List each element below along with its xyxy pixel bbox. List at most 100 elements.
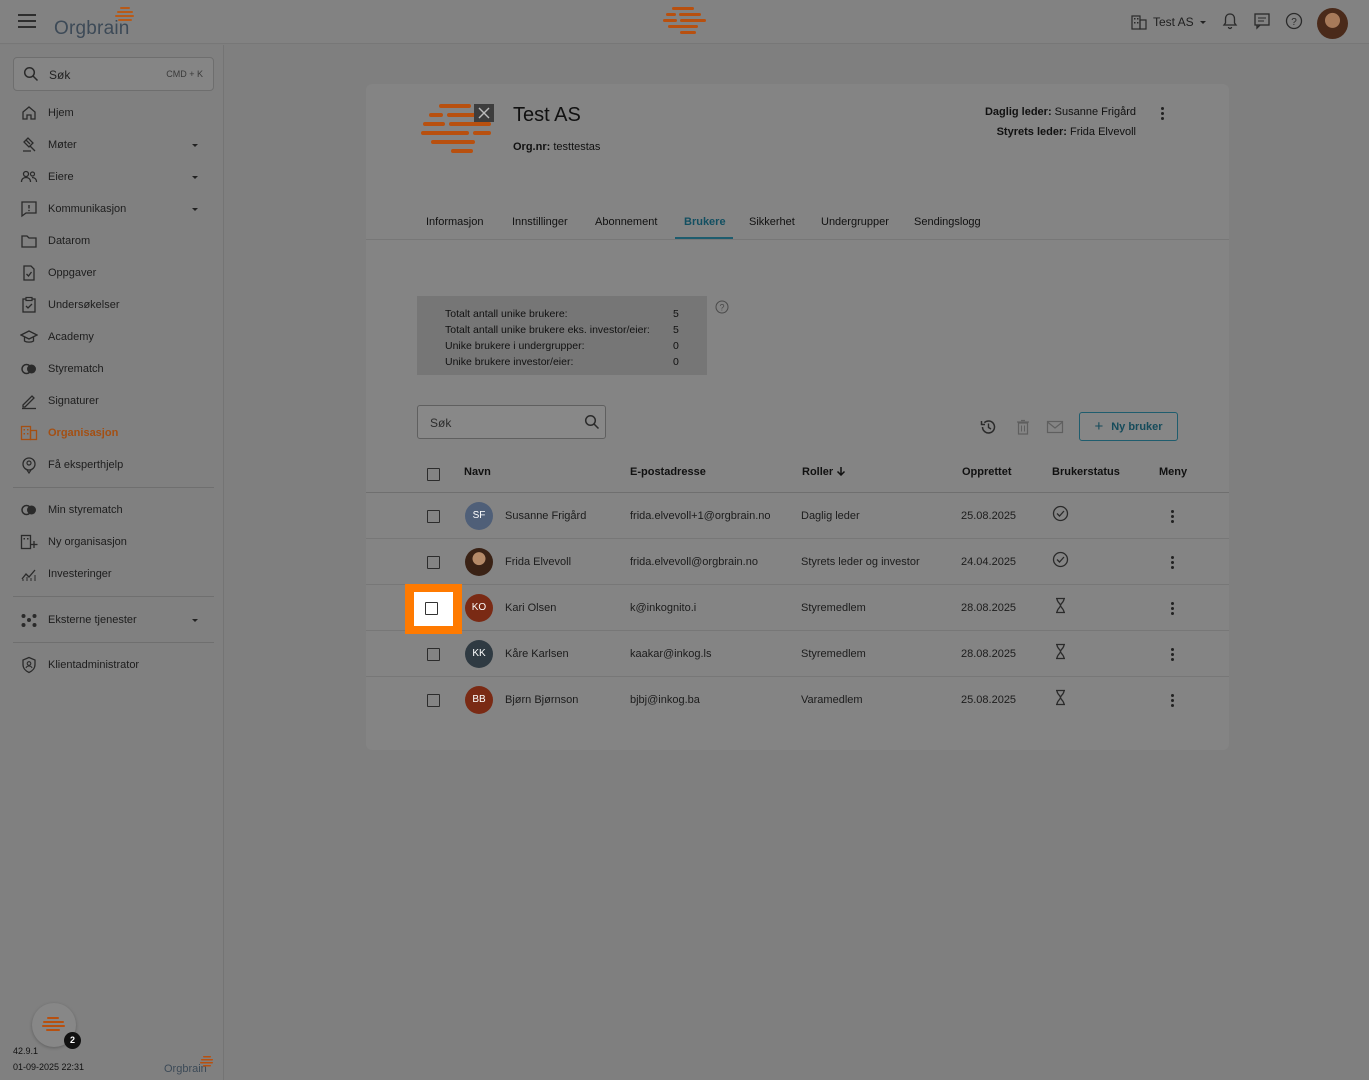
organization-menu-button[interactable] [1161, 107, 1164, 120]
user-role: Styremedlem [801, 602, 866, 614]
building-icon [1131, 15, 1147, 30]
row-checkbox-kari-olsen[interactable] [425, 602, 438, 615]
tab-undergrupper[interactable]: Undergrupper [821, 216, 889, 228]
sidebar-item-academy[interactable]: Academy [0, 323, 224, 351]
column-header-status[interactable]: Brukerstatus [1052, 466, 1120, 478]
table-row[interactable]: KK Kåre Karlsen kaakar@inkog.ls Styremed… [366, 631, 1229, 677]
stat-row: Totalt antall unike brukere: 5 [445, 306, 707, 322]
survey-icon [22, 296, 36, 313]
table-row[interactable]: BB Bjørn Bjørnson bjbj@inkog.ba Varamedl… [366, 677, 1229, 723]
sidebar-item-eiere[interactable]: Eiere [0, 163, 224, 191]
ceo-value: Susanne Frigård [1054, 106, 1136, 118]
tab-sikkerhet[interactable]: Sikkerhet [749, 216, 795, 228]
sidebar-item-moter[interactable]: Møter [0, 131, 224, 159]
services-icon [21, 614, 37, 627]
sidebar-item-signaturer[interactable]: Signaturer [0, 387, 224, 415]
user-created: 25.08.2025 [961, 694, 1017, 706]
column-header-roles[interactable]: Roller [802, 466, 846, 478]
org-switcher-label: Test AS [1153, 15, 1194, 29]
select-all-checkbox[interactable] [427, 468, 440, 481]
table-row[interactable]: Frida Elvevoll frida.elvevoll@orgbrain.n… [366, 539, 1229, 585]
sidebar-item-label: Hjem [48, 107, 74, 119]
row-menu-button[interactable] [1171, 694, 1174, 707]
add-user-label: Ny bruker [1111, 420, 1163, 433]
sidebar-item-datarom[interactable]: Datarom [0, 227, 224, 255]
sidebar-item-eksperthjelp[interactable]: Få eksperthjelp [0, 451, 224, 479]
highlighted-row-checkbox[interactable] [405, 584, 462, 634]
row-checkbox[interactable] [427, 648, 440, 661]
stat-label: Totalt antall unike brukere: [445, 308, 568, 320]
avatar [465, 548, 493, 576]
tab-innstillinger[interactable]: Innstillinger [512, 216, 568, 228]
help-icon[interactable]: ? [1285, 12, 1303, 30]
row-checkbox[interactable] [427, 694, 440, 707]
row-menu-button[interactable] [1171, 602, 1174, 615]
row-menu-button[interactable] [1171, 556, 1174, 569]
column-header-menu: Meny [1159, 466, 1188, 478]
user-role: Varamedlem [801, 694, 863, 706]
avatar: KK [465, 640, 493, 668]
tab-informasjon[interactable]: Informasjon [426, 216, 483, 228]
stat-row: Unike brukere i undergrupper: 0 [445, 338, 707, 354]
chat-icon[interactable] [1253, 12, 1271, 30]
sidebar-item-label: Få eksperthjelp [48, 459, 124, 471]
user-search-input[interactable]: Søk [417, 405, 606, 439]
chat-notification-badge: 2 [64, 1032, 81, 1049]
sidebar-item-label: Klientadministrator [48, 659, 140, 671]
sidebar-item-min-styrematch[interactable]: Min styrematch [0, 496, 224, 524]
build-date: 01-09-2025 22:31 [13, 1062, 85, 1072]
remove-logo-button[interactable] [474, 104, 494, 122]
expert-help-icon [22, 457, 36, 474]
sidebar-item-undersokelser[interactable]: Undersøkelser [0, 291, 224, 319]
svg-text:?: ? [719, 303, 724, 313]
column-header-email[interactable]: E-postadresse [630, 466, 706, 478]
sidebar-item-label: Eksterne tjenester [48, 614, 137, 626]
row-menu-button[interactable] [1171, 648, 1174, 661]
user-name: Susanne Frigård [505, 510, 587, 522]
tab-sendingslogg[interactable]: Sendingslogg [914, 216, 981, 228]
graduation-cap-icon [20, 330, 38, 343]
history-icon[interactable] [979, 418, 997, 436]
app-version: 42.9.1 [13, 1046, 39, 1056]
sidebar-item-ny-organisasjon[interactable]: Ny organisasjon [0, 528, 224, 556]
table-row[interactable]: SF Susanne Frigård frida.elvevoll+1@orgb… [366, 493, 1229, 539]
column-header-name[interactable]: Navn [464, 466, 491, 478]
delete-icon[interactable] [1014, 418, 1032, 436]
table-row[interactable]: KO Kari Olsen k@inkognito.i Styremedlem … [366, 585, 1229, 631]
bell-icon[interactable] [1221, 12, 1239, 30]
help-icon[interactable]: ? [715, 300, 729, 314]
column-header-created[interactable]: Opprettet [962, 466, 1012, 478]
styrematch-icon [21, 363, 36, 375]
mail-icon[interactable] [1046, 418, 1064, 436]
menu-icon[interactable] [18, 14, 36, 28]
user-email: k@inkognito.i [630, 602, 697, 614]
org-switcher[interactable]: Test AS [1131, 14, 1206, 30]
tab-abonnement[interactable]: Abonnement [595, 216, 657, 228]
sidebar-item-organisasjon[interactable]: Organisasjon [0, 419, 224, 447]
sidebar-item-eksterne-tjenester[interactable]: Eksterne tjenester [0, 606, 224, 634]
stat-value: 0 [673, 340, 679, 352]
sidebar-item-styrematch[interactable]: Styrematch [0, 355, 224, 383]
user-stats-box: Totalt antall unike brukere: 5 Totalt ant… [417, 296, 707, 375]
sidebar-divider [13, 596, 214, 597]
row-checkbox[interactable] [427, 556, 440, 569]
sidebar-search[interactable]: Søk CMD + K [13, 57, 214, 91]
sidebar-item-oppgaver[interactable]: Oppgaver [0, 259, 224, 287]
styrematch-icon [21, 504, 36, 516]
column-header-roles-label: Roller [802, 466, 834, 478]
sidebar-item-hjem[interactable]: Hjem [0, 99, 224, 127]
brain-logo-icon [115, 7, 134, 21]
brain-logo-icon [200, 1056, 213, 1067]
home-icon [22, 106, 36, 120]
sidebar-search-shortcut: CMD + K [166, 69, 203, 79]
stat-label: Unike brukere investor/eier: [445, 356, 574, 368]
sidebar-item-klientadministrator[interactable]: Klientadministrator [0, 651, 224, 679]
sidebar-item-investeringer[interactable]: Investeringer [0, 560, 224, 588]
tab-brukere[interactable]: Brukere [684, 216, 726, 228]
row-menu-button[interactable] [1171, 510, 1174, 523]
user-avatar[interactable] [1317, 8, 1348, 39]
hourglass-icon [1056, 643, 1065, 660]
add-user-button[interactable]: + Ny bruker [1079, 412, 1178, 441]
sidebar-item-kommunikasjon[interactable]: Kommunikasjon [0, 195, 224, 223]
row-checkbox[interactable] [427, 510, 440, 523]
